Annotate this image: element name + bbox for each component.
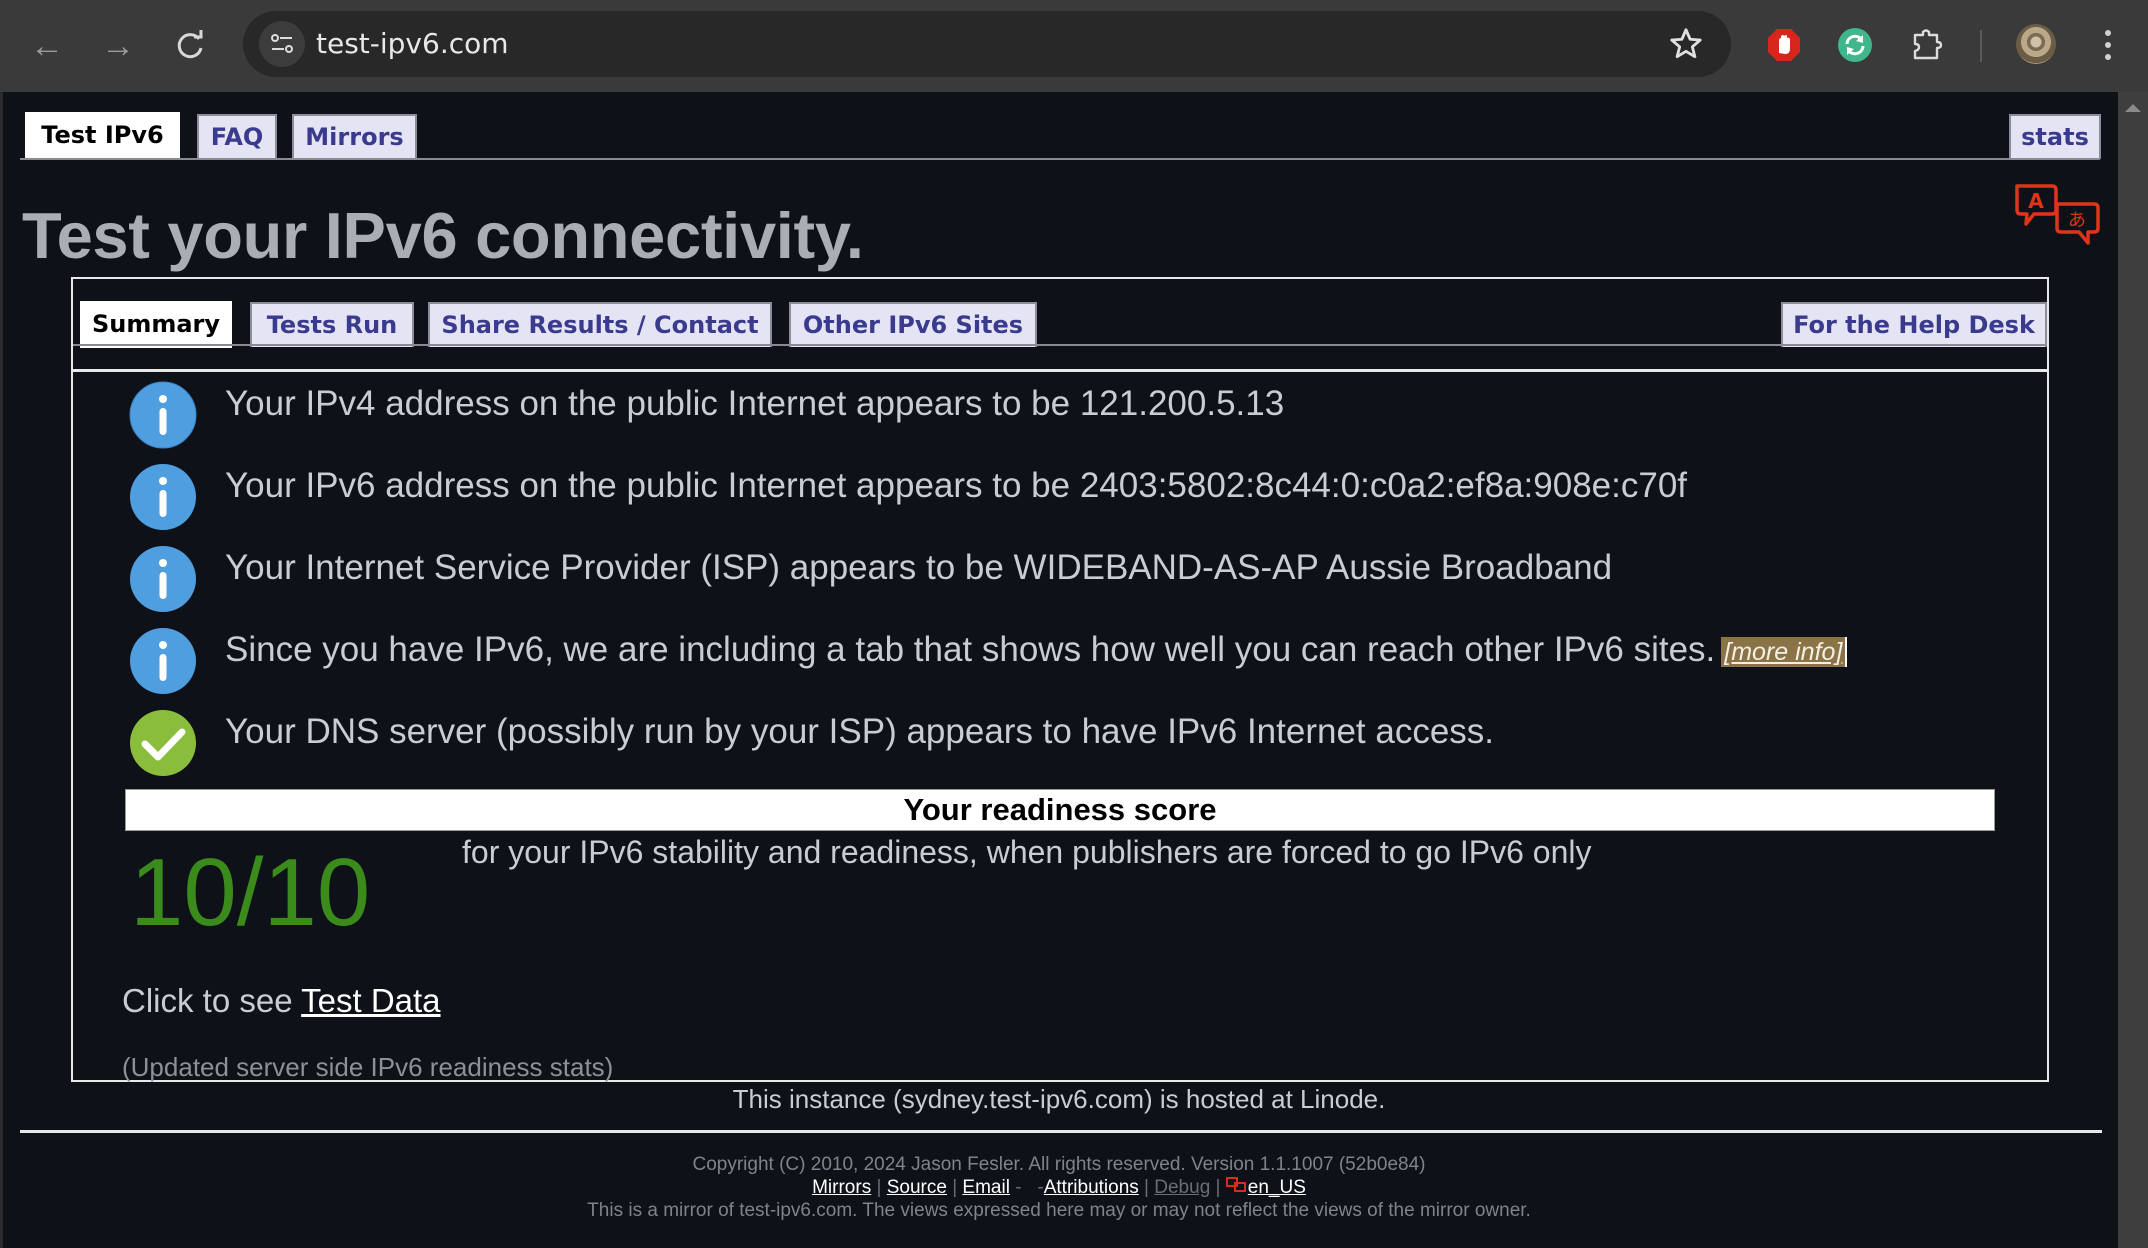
more-info-link[interactable]: [more info] xyxy=(1721,636,1848,667)
summary-top-border xyxy=(73,369,2047,372)
footer-link-mirrors[interactable]: Mirrors xyxy=(812,1177,871,1198)
footer-divider xyxy=(20,1130,2102,1133)
footer-separator: | xyxy=(1144,1177,1149,1198)
tab-summary[interactable]: Summary xyxy=(80,301,232,348)
footer: Copyright (C) 2010, 2024 Jason Fesler. A… xyxy=(0,1153,2118,1222)
tab-tests-run[interactable]: Tests Run xyxy=(250,302,414,347)
tab-faq[interactable]: FAQ xyxy=(197,114,277,159)
result-text: Since you have IPv6, we are including a … xyxy=(225,630,1716,669)
footer-separator: | xyxy=(952,1177,958,1198)
tab-mirrors[interactable]: Mirrors xyxy=(292,114,417,159)
extensions-puzzle-icon[interactable] xyxy=(1910,27,1946,63)
svg-text:A: A xyxy=(2028,189,2044,213)
readiness-score-title: Your readiness score xyxy=(903,792,1217,827)
tab-share-results-contact[interactable]: Share Results / Contact xyxy=(428,302,772,347)
url-text[interactable]: test-ipv6.com xyxy=(316,11,509,77)
footer-link-attributions[interactable]: Attributions xyxy=(1044,1177,1139,1198)
toolbar-divider xyxy=(1980,30,1982,62)
tab-test-ipv6[interactable]: Test IPv6 xyxy=(25,112,180,159)
test-data-link[interactable]: Test Data xyxy=(301,982,440,1019)
info-icon xyxy=(128,544,198,614)
result-text: Your Internet Service Provider (ISP) app… xyxy=(225,548,1613,587)
instance-note: This instance (sydney.test-ipv6.com) is … xyxy=(732,1084,1386,1114)
address-bar[interactable]: test-ipv6.com xyxy=(243,11,1731,77)
scroll-up-arrow-icon[interactable] xyxy=(2125,104,2141,112)
result-text: Your DNS server (possibly run by your IS… xyxy=(225,712,1495,751)
reload-icon[interactable] xyxy=(170,26,210,66)
result-text: Your IPv4 address on the public Internet… xyxy=(225,384,1285,423)
test-data-line: Click to see Test Data xyxy=(122,982,441,1020)
vertical-scrollbar[interactable] xyxy=(2118,92,2148,1248)
result-text-wrap: Since you have IPv6, we are including a … xyxy=(225,630,1848,670)
profile-avatar[interactable] xyxy=(2016,24,2056,64)
result-text: Your IPv6 address on the public Internet… xyxy=(225,466,1688,505)
tab-help-desk[interactable]: For the Help Desk xyxy=(1781,302,2047,347)
info-icon xyxy=(128,626,198,696)
language-flag-icon xyxy=(1225,1176,1248,1192)
footer-separator: - xyxy=(1015,1177,1022,1198)
readiness-score-header: Your readiness score xyxy=(126,790,1994,830)
footer-link-email[interactable]: Email xyxy=(962,1177,1010,1198)
sync-extension-icon[interactable] xyxy=(1837,27,1873,63)
check-icon xyxy=(128,708,198,778)
info-icon xyxy=(128,380,198,450)
bookmark-star-icon[interactable] xyxy=(1667,25,1705,63)
readiness-score-description: for your IPv6 stability and readiness, w… xyxy=(462,834,1592,870)
back-arrow-icon[interactable]: ← xyxy=(27,26,67,66)
forward-arrow-icon[interactable]: → xyxy=(98,26,138,66)
footer-link-locale[interactable]: en_US xyxy=(1248,1177,1306,1198)
footer-link-source[interactable]: Source xyxy=(887,1177,947,1198)
updated-stats-link[interactable]: (Updated server side IPv6 readiness stat… xyxy=(122,1052,613,1083)
menu-kebab-icon[interactable] xyxy=(2104,30,2112,62)
footer-links: Mirrors | Source | Email - -Attributions… xyxy=(0,1176,2118,1199)
tab-stats[interactable]: stats xyxy=(2009,114,2101,159)
site-info-icon[interactable] xyxy=(259,21,305,67)
translate-language-icon[interactable]: A あ xyxy=(2012,182,2102,248)
svg-text:あ: あ xyxy=(2068,210,2086,231)
test-data-prefix: Click to see xyxy=(122,982,302,1019)
footer-separator: | xyxy=(876,1177,882,1198)
info-icon xyxy=(128,462,198,532)
sub-tabs-divider xyxy=(73,344,2047,346)
footer-mirror-note: This is a mirror of test-ipv6.com. The v… xyxy=(587,1200,1531,1221)
window-edge xyxy=(0,92,3,1248)
footer-copyright: Copyright (C) 2010, 2024 Jason Fesler. A… xyxy=(692,1154,1426,1175)
page-title: Test your IPv6 connectivity. xyxy=(22,199,864,272)
footer-link-debug[interactable]: Debug xyxy=(1154,1177,1210,1198)
adblock-extension-icon[interactable] xyxy=(1766,27,1802,63)
tab-other-ipv6-sites[interactable]: Other IPv6 Sites xyxy=(789,302,1037,347)
readiness-score-value: 10/10 xyxy=(130,839,371,946)
browser-toolbar: ← → test-ipv6.com xyxy=(0,0,2148,92)
footer-separator: | xyxy=(1215,1177,1221,1198)
top-tabs-divider xyxy=(20,158,2100,160)
